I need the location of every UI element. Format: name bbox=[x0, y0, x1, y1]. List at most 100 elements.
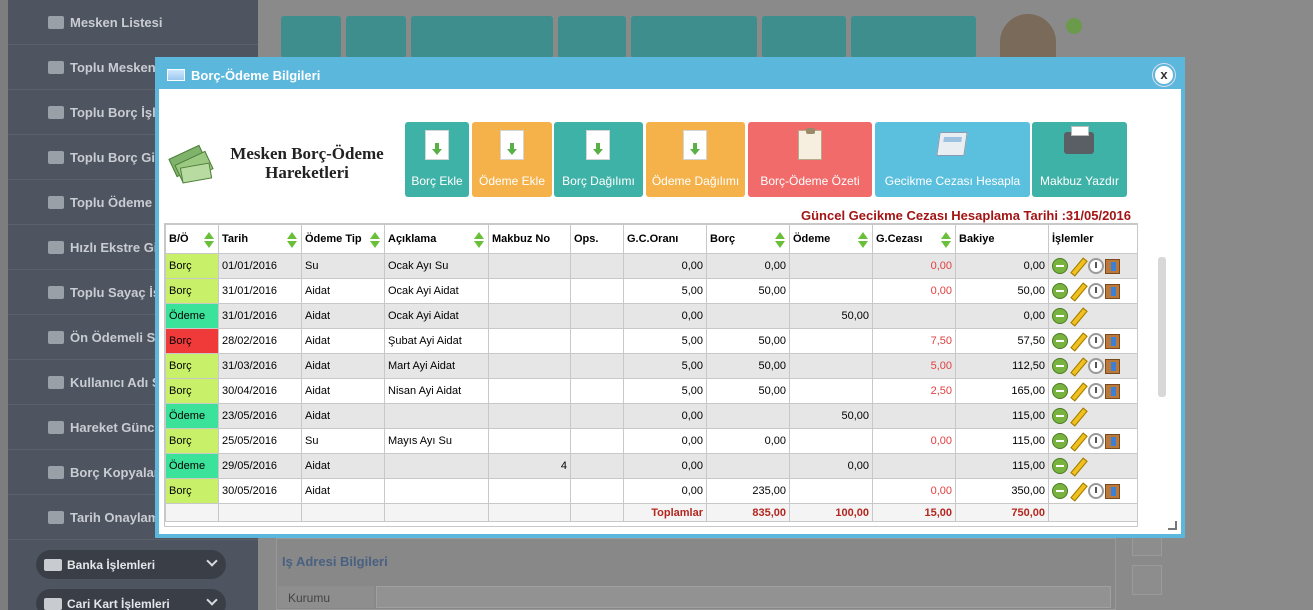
close-button[interactable]: x bbox=[1153, 64, 1175, 86]
table-row[interactable]: Ödeme 31/01/2016 Aidat Ocak Ayi Aidat 0,00 50… bbox=[165, 303, 1137, 329]
column-header[interactable]: G.Cezası bbox=[872, 224, 956, 254]
edit-icon[interactable] bbox=[1069, 433, 1087, 449]
delete-icon[interactable] bbox=[1052, 333, 1068, 349]
sidebar-group-cari-kart[interactable]: Cari Kart İşlemleri bbox=[36, 589, 226, 610]
copy-icon bbox=[48, 465, 64, 479]
delete-icon[interactable] bbox=[1052, 433, 1068, 449]
money-icon bbox=[48, 330, 64, 344]
sort-arrows-icon[interactable] bbox=[858, 232, 868, 248]
kurumu-input[interactable] bbox=[376, 586, 1111, 608]
table-row[interactable]: Borç 31/01/2016 Aidat Ocak Ayi Aidat 5,00 50,… bbox=[165, 278, 1137, 304]
odeme-ekle-button[interactable]: Ödeme Ekle bbox=[472, 122, 552, 197]
sort-arrows-icon[interactable] bbox=[204, 232, 214, 248]
money-toolbar-icon[interactable] bbox=[411, 16, 553, 58]
column-header-label: İşlemler bbox=[1052, 233, 1094, 245]
distribute-icon[interactable] bbox=[1105, 283, 1120, 299]
cancel-icon[interactable] bbox=[346, 16, 406, 58]
borc-odeme-ozeti-button[interactable]: Borç-Ödeme Özeti bbox=[748, 122, 872, 197]
cell-makbuz bbox=[488, 428, 571, 454]
edit-icon[interactable] bbox=[1069, 333, 1087, 349]
sort-arrows-icon[interactable] bbox=[775, 232, 785, 248]
cell-aciklama bbox=[384, 403, 489, 429]
sort-arrows-icon[interactable] bbox=[370, 232, 380, 248]
borc-dagilimi-button[interactable]: Borç Dağılımı bbox=[554, 122, 643, 197]
table-row[interactable]: Borç 28/02/2016 Aidat Şubat Ayi Aidat 5,00 50… bbox=[165, 328, 1137, 354]
column-header[interactable]: G.C.Oranı bbox=[623, 224, 707, 254]
distribute-icon[interactable] bbox=[1105, 383, 1120, 399]
delete-icon[interactable] bbox=[1052, 383, 1068, 399]
save-icon[interactable] bbox=[281, 16, 341, 58]
borc-ekle-button[interactable]: Borç Ekle bbox=[405, 122, 469, 197]
timer-icon[interactable] bbox=[1088, 433, 1104, 449]
gecikme-cezasi-hesapla-button[interactable]: Gecikme Cezası Hesapla bbox=[875, 122, 1030, 197]
delete-icon[interactable] bbox=[1052, 408, 1068, 424]
distribute-icon[interactable] bbox=[1105, 333, 1120, 349]
grid-scrollbar[interactable] bbox=[1158, 257, 1166, 397]
edit-icon[interactable] bbox=[1069, 308, 1087, 324]
delete-icon[interactable] bbox=[1052, 308, 1068, 324]
timer-icon[interactable] bbox=[1088, 383, 1104, 399]
printer-toolbar-icon[interactable] bbox=[558, 16, 626, 58]
column-header[interactable]: Makbuz No bbox=[488, 224, 571, 254]
cell-bakiye: 112,50 bbox=[955, 353, 1049, 379]
plus-icon[interactable] bbox=[1066, 18, 1082, 34]
cell-bakiye: 115,00 bbox=[955, 403, 1049, 429]
makbuz-yazdir-button[interactable]: Makbuz Yazdır bbox=[1032, 122, 1127, 197]
table-row[interactable]: Ödeme 23/05/2016 Aidat 0,00 50,00 115,00 bbox=[165, 403, 1137, 429]
table-row[interactable]: Borç 30/04/2016 Aidat Nisan Ayi Aidat 5,00 50… bbox=[165, 378, 1137, 404]
delete-icon[interactable] bbox=[1052, 258, 1068, 274]
column-header[interactable]: Tarih bbox=[218, 224, 302, 254]
delete-icon[interactable] bbox=[1052, 483, 1068, 499]
edit-icon[interactable] bbox=[1069, 258, 1087, 274]
distribute-icon[interactable] bbox=[1105, 258, 1120, 274]
distribute-icon[interactable] bbox=[1105, 433, 1120, 449]
column-header[interactable]: Açıklama bbox=[384, 224, 489, 254]
edit-icon[interactable] bbox=[1069, 283, 1087, 299]
sort-arrows-icon[interactable] bbox=[941, 232, 951, 248]
card-icon bbox=[44, 558, 62, 571]
cell-ops bbox=[570, 253, 624, 279]
timer-icon[interactable] bbox=[1088, 283, 1104, 299]
table-row[interactable]: Ödeme 29/05/2016 Aidat 4 0,00 0,00 115,00 bbox=[165, 453, 1137, 479]
cell-operations bbox=[1048, 253, 1137, 279]
edit-icon[interactable] bbox=[1069, 483, 1087, 499]
column-header[interactable]: Ops. bbox=[570, 224, 624, 254]
timer-icon[interactable] bbox=[1088, 358, 1104, 374]
odeme-dagilimi-button[interactable]: Ödeme Dağılımı bbox=[646, 122, 745, 197]
tools-toolbar-icon[interactable] bbox=[851, 16, 976, 58]
cell-ops bbox=[570, 353, 624, 379]
column-header[interactable]: Bakiye bbox=[955, 224, 1049, 254]
edit-icon[interactable] bbox=[1069, 408, 1087, 424]
timer-icon[interactable] bbox=[1088, 483, 1104, 499]
resize-handle[interactable] bbox=[1168, 521, 1177, 530]
sort-arrows-icon[interactable] bbox=[287, 232, 297, 248]
sidebar-group-banka[interactable]: Banka İşlemleri bbox=[36, 550, 226, 579]
table-row[interactable]: Borç 25/05/2016 Su Mayıs Ayı Su 0,00 0,00 0,00… bbox=[165, 428, 1137, 454]
edit-icon[interactable] bbox=[1069, 458, 1087, 474]
edit-icon[interactable] bbox=[1069, 383, 1087, 399]
box-toolbar-icon[interactable] bbox=[762, 16, 846, 58]
distribute-icon[interactable] bbox=[1105, 358, 1120, 374]
box-icon[interactable] bbox=[1132, 565, 1162, 595]
timer-icon[interactable] bbox=[1088, 258, 1104, 274]
column-header[interactable]: Ödeme Tip bbox=[301, 224, 385, 254]
users-toolbar-icon[interactable] bbox=[631, 16, 757, 58]
sidebar-item[interactable]: Mesken Listesi bbox=[8, 0, 258, 45]
timer-icon[interactable] bbox=[1088, 333, 1104, 349]
column-header[interactable]: İşlemler bbox=[1048, 224, 1137, 254]
column-header[interactable]: Borç bbox=[706, 224, 790, 254]
money-icon bbox=[168, 141, 214, 185]
column-header[interactable]: B/Ö bbox=[165, 224, 219, 254]
delete-icon[interactable] bbox=[1052, 283, 1068, 299]
table-row[interactable]: Borç 01/01/2016 Su Ocak Ayı Su 0,00 0,00 0,00 0… bbox=[165, 253, 1137, 279]
edit-icon[interactable] bbox=[1069, 358, 1087, 374]
table-row[interactable]: Borç 30/05/2016 Aidat 0,00 235,00 0,00 350,00 bbox=[165, 478, 1137, 504]
distribute-icon[interactable] bbox=[1105, 483, 1120, 499]
download-doc-icon bbox=[425, 130, 449, 160]
delete-icon[interactable] bbox=[1052, 458, 1068, 474]
cell-tarih: 25/05/2016 bbox=[218, 428, 302, 454]
sort-arrows-icon[interactable] bbox=[474, 232, 484, 248]
column-header[interactable]: Ödeme bbox=[789, 224, 873, 254]
table-row[interactable]: Borç 31/03/2016 Aidat Mart Ayi Aidat 5,00 50,… bbox=[165, 353, 1137, 379]
delete-icon[interactable] bbox=[1052, 358, 1068, 374]
